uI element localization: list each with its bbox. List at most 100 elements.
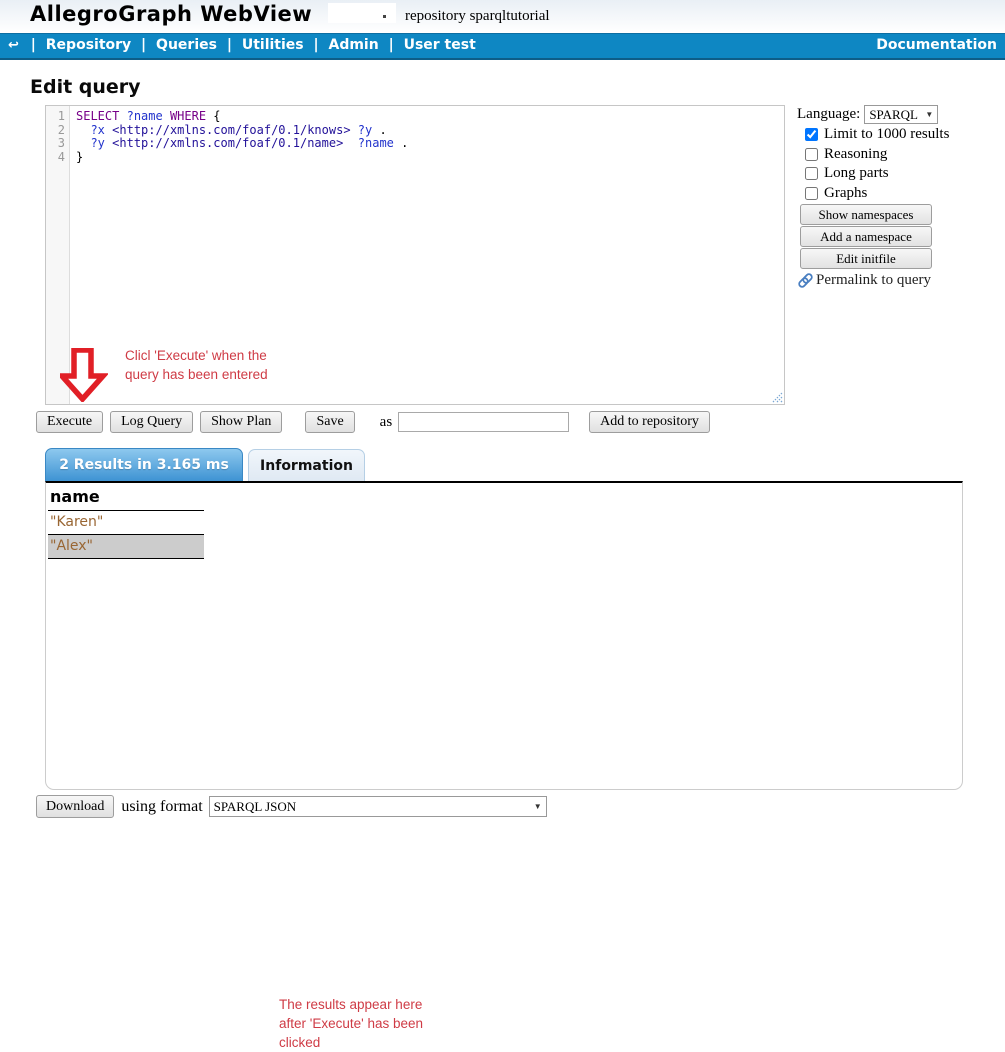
- permalink-text: Permalink to query: [816, 272, 931, 289]
- as-label: as: [380, 414, 393, 431]
- nav-link-documentation[interactable]: Documentation: [876, 37, 997, 53]
- nav-link-repository[interactable]: Repository: [46, 37, 131, 53]
- nav-links: ↩ | Repository | Queries | Utilities | A…: [8, 37, 476, 53]
- nav-separator: |: [131, 37, 156, 53]
- editor-code[interactable]: SELECT ?name WHERE { ?x <http://xmlns.co…: [76, 106, 784, 164]
- back-arrow-icon[interactable]: ↩: [8, 38, 21, 53]
- nav-link-user-test[interactable]: User test: [404, 37, 476, 53]
- checkbox-label: Limit to 1000 results: [824, 126, 949, 143]
- result-cell: "Alex": [48, 535, 204, 559]
- code-line: SELECT ?name WHERE {: [76, 110, 784, 124]
- show-plan-button[interactable]: Show Plan: [200, 411, 282, 433]
- edit-initfile-button[interactable]: Edit initfile: [800, 248, 932, 269]
- option-row: Long parts: [797, 164, 1005, 184]
- results-table: name "Karen""Alex": [48, 485, 204, 559]
- code-token: SELECT: [76, 109, 119, 123]
- page-title: Edit query: [30, 76, 141, 98]
- tab-information[interactable]: Information: [248, 449, 365, 481]
- checkbox-limit-to-1000-results[interactable]: [805, 128, 818, 141]
- code-token: {: [206, 109, 220, 123]
- annotation-line: Clicl 'Execute' when the: [125, 346, 268, 365]
- results-column-header: name: [48, 485, 204, 511]
- add-a-namespace-button[interactable]: Add a namespace: [800, 226, 932, 247]
- checkbox-long-parts[interactable]: [805, 167, 818, 180]
- format-select[interactable]: SPARQL JSON ▼: [209, 796, 547, 817]
- checkbox-label: Reasoning: [824, 146, 887, 163]
- code-token: }: [76, 150, 83, 164]
- code-token: .: [372, 123, 386, 137]
- code-token: [343, 136, 357, 150]
- checkbox-label: Long parts: [824, 165, 889, 182]
- main-navbar: ↩ | Repository | Queries | Utilities | A…: [0, 33, 1005, 60]
- annotation-line: after 'Execute' has been: [279, 1014, 423, 1033]
- code-token: ?x: [90, 123, 104, 137]
- show-namespaces-button[interactable]: Show namespaces: [800, 204, 932, 225]
- download-bar: Download using format SPARQL JSON ▼: [36, 795, 547, 818]
- option-row: Graphs: [797, 184, 1005, 204]
- option-row: Reasoning: [797, 145, 1005, 165]
- language-label: Language:: [797, 106, 860, 123]
- save-name-input[interactable]: [398, 412, 569, 432]
- code-token: .: [394, 136, 408, 150]
- table-row[interactable]: "Karen": [48, 511, 204, 535]
- chevron-down-icon: ▼: [925, 110, 933, 119]
- code-token: ?y: [90, 136, 104, 150]
- app-title: AllegroGraph WebView: [30, 2, 312, 26]
- code-token: [351, 123, 358, 137]
- code-token: [76, 123, 90, 137]
- line-number: 2: [46, 124, 65, 138]
- download-button[interactable]: Download: [36, 795, 114, 818]
- nav-link-admin[interactable]: Admin: [328, 37, 378, 53]
- nav-link-utilities[interactable]: Utilities: [242, 37, 304, 53]
- nav-link-queries[interactable]: Queries: [156, 37, 217, 53]
- page-header: AllegroGraph WebView repository sparqltu…: [0, 0, 1005, 33]
- line-number: 1: [46, 110, 65, 124]
- log-query-button[interactable]: Log Query: [110, 411, 193, 433]
- code-token: [119, 109, 126, 123]
- checkbox-graphs[interactable]: [805, 187, 818, 200]
- nav-separator: |: [217, 37, 242, 53]
- code-token: [76, 136, 90, 150]
- code-token: <http://xmlns.com/foaf/0.1/name>: [112, 136, 343, 150]
- language-select[interactable]: SPARQL ▼: [864, 105, 938, 124]
- using-format-label: using format: [121, 798, 202, 816]
- result-cell: "Karen": [48, 511, 204, 535]
- code-token: <http://xmlns.com/foaf/0.1/knows>: [112, 123, 350, 137]
- checkbox-reasoning[interactable]: [805, 148, 818, 161]
- resize-handle-icon[interactable]: [771, 391, 783, 403]
- query-actions: Execute Log Query Show Plan Save as Add …: [36, 410, 717, 434]
- nav-separator: |: [304, 37, 329, 53]
- code-line: }: [76, 151, 784, 165]
- code-line: ?y <http://xmlns.com/foaf/0.1/name> ?nam…: [76, 137, 784, 151]
- nav-separator: |: [21, 37, 46, 53]
- tab-results[interactable]: 2 Results in 3.165 ms: [45, 448, 243, 481]
- annotation-line: The results appear here: [279, 995, 423, 1014]
- add-to-repository-button[interactable]: Add to repository: [589, 411, 710, 433]
- execute-button[interactable]: Execute: [36, 411, 103, 433]
- redacted-dot: [383, 15, 386, 18]
- code-line: ?x <http://xmlns.com/foaf/0.1/knows> ?y …: [76, 124, 784, 138]
- line-number: 4: [46, 151, 65, 165]
- link-chain-icon: [797, 272, 814, 289]
- permalink-link[interactable]: Permalink to query: [797, 272, 1005, 289]
- code-token: ?name: [358, 136, 394, 150]
- annotation-line: clicked: [279, 1033, 423, 1052]
- annotation-arrow-icon: [60, 348, 108, 402]
- line-number: 3: [46, 137, 65, 151]
- code-token: ?y: [358, 123, 372, 137]
- code-token: [163, 109, 170, 123]
- table-row[interactable]: "Alex": [48, 535, 204, 559]
- results-annotation: The results appear hereafter 'Execute' h…: [279, 995, 423, 1052]
- save-button[interactable]: Save: [305, 411, 354, 433]
- redacted-area: [328, 3, 396, 23]
- option-row: Limit to 1000 results: [797, 125, 1005, 145]
- results-panel: name "Karen""Alex" The results appear he…: [45, 481, 963, 790]
- repository-label: repository sparqltutorial: [405, 8, 550, 25]
- code-token: ?name: [127, 109, 163, 123]
- language-select-value: SPARQL: [869, 107, 918, 123]
- execute-annotation: Clicl 'Execute' when thequery has been e…: [125, 346, 268, 384]
- annotation-line: query has been entered: [125, 365, 268, 384]
- format-select-value: SPARQL JSON: [214, 799, 297, 815]
- checkbox-label: Graphs: [824, 185, 867, 202]
- nav-separator: |: [379, 37, 404, 53]
